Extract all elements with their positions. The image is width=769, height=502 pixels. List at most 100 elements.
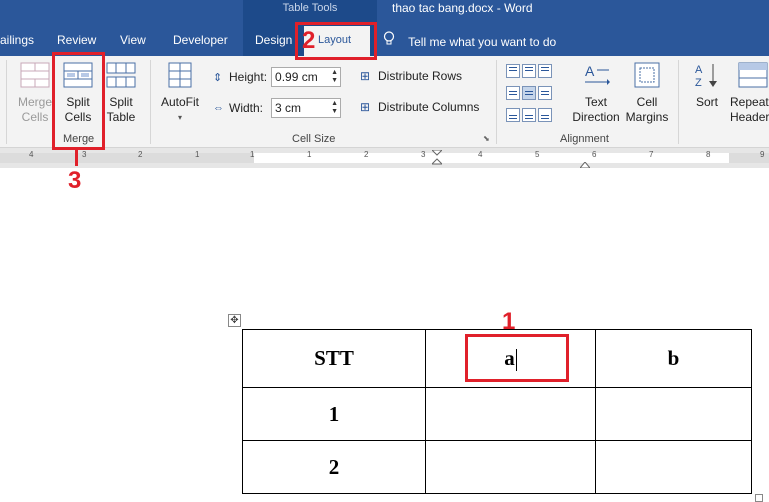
tell-me-text: Tell me what you want to do <box>408 35 557 49</box>
align-center-button[interactable] <box>522 86 536 100</box>
table-cell[interactable]: 1 <box>242 387 426 441</box>
alignment-group-label: Alignment <box>560 133 609 145</box>
text-direction-button[interactable]: A Text Direction <box>570 62 622 125</box>
table-cell[interactable] <box>595 440 752 494</box>
align-top-left-button[interactable] <box>506 64 520 78</box>
callout-number-3: 3 <box>68 167 82 194</box>
merge-cells-label: Merge Cells <box>17 95 52 124</box>
split-table-icon <box>106 62 136 88</box>
svg-text:Z: Z <box>695 77 702 88</box>
ruler-number: 3 <box>421 150 426 159</box>
ruler-text-area <box>254 153 729 163</box>
table-resize-handle[interactable] <box>755 494 763 502</box>
merge-cells-button[interactable]: Merge Cells <box>17 62 53 125</box>
align-top-center-button[interactable] <box>522 64 536 78</box>
align-center-right-button[interactable] <box>538 86 552 100</box>
height-spinner-icon[interactable]: ▲ ▼ <box>331 69 338 85</box>
cell-margins-button[interactable]: Cell Margins <box>624 62 670 125</box>
repeat-header-rows-label: Repeat Header <box>730 95 769 124</box>
ribbon-separator <box>496 60 497 144</box>
table-cell[interactable] <box>425 387 596 441</box>
horizontal-ruler[interactable]: 4 3 2 1 1 1 2 3 4 5 6 7 8 9 <box>0 148 769 169</box>
width-value: 3 cm <box>275 101 302 115</box>
distribute-rows-label: Distribute Rows <box>378 69 463 83</box>
svg-text:A: A <box>585 63 595 79</box>
repeat-header-rows-button[interactable]: Repeat Header <box>730 62 769 125</box>
column-width-icon: ⇔ <box>213 102 224 114</box>
table-row: 1 <box>242 387 752 441</box>
cell-margins-label: Cell Margins <box>625 95 669 124</box>
ruler-number: 4 <box>478 150 483 159</box>
text-direction-icon: A <box>585 63 610 85</box>
distribute-columns-label: Distribute Columns <box>378 100 480 114</box>
autofit-icon <box>168 62 192 88</box>
tell-me-box[interactable]: Tell me what you want to do <box>383 31 556 49</box>
distribute-rows-button[interactable]: ⊞ Distribute Rows <box>360 69 462 83</box>
ribbon: Merge Cells Split Cells Split Table Merg… <box>0 56 769 148</box>
width-label: Width: <box>229 101 264 115</box>
align-center-left-button[interactable] <box>506 86 520 100</box>
autofit-button[interactable]: AutoFit ▾ <box>158 62 202 125</box>
table-cell[interactable] <box>595 387 752 441</box>
split-table-label: Split Table <box>106 95 136 124</box>
align-bottom-center-button[interactable] <box>522 108 536 122</box>
lightbulb-icon <box>383 31 397 49</box>
ruler-number: 4 <box>29 150 34 159</box>
ruler-number: 3 <box>82 150 87 159</box>
cell-size-launcher-icon[interactable]: ⬊ <box>483 134 490 143</box>
word-window: Table Tools thao tac bang.docx - Word ai… <box>0 0 769 502</box>
table-cell[interactable]: STT <box>242 329 426 388</box>
width-spinner-icon[interactable]: ▲ ▼ <box>331 100 338 116</box>
distribute-columns-button[interactable]: ⊞ Distribute Columns <box>360 100 479 114</box>
ruler-number: 5 <box>535 150 540 159</box>
ribbon-separator <box>6 60 7 144</box>
table-cell[interactable]: 2 <box>242 440 426 494</box>
distribute-rows-icon: ⊞ <box>360 69 371 83</box>
align-top-right-button[interactable] <box>538 64 552 78</box>
text-direction-label: Text Direction <box>572 95 620 124</box>
table-move-handle-icon[interactable]: ✥ <box>228 314 241 327</box>
callout-box-cell-a <box>465 334 569 382</box>
height-label: Height: <box>229 70 268 84</box>
split-table-button[interactable]: Split Table <box>102 62 140 125</box>
callout-number-1: 1 <box>502 308 516 335</box>
table-tools-label: Table Tools <box>282 2 338 14</box>
autofit-label: AutoFit <box>160 95 199 109</box>
cell-margins-icon <box>634 62 660 88</box>
ruler-number: 1 <box>195 150 200 159</box>
table-row: 2 <box>242 440 752 494</box>
ruler-number: 1 <box>250 150 255 159</box>
sort-label: Sort <box>695 95 718 109</box>
tab-mailings[interactable]: ailings <box>0 33 34 47</box>
cell-size-group-label: Cell Size <box>292 133 336 145</box>
align-bottom-left-button[interactable] <box>506 108 520 122</box>
callout-line <box>75 150 78 166</box>
height-row: ⇕ Height: 0.99 cm ▲ ▼ <box>213 67 342 87</box>
height-input[interactable]: 0.99 cm ▲ ▼ <box>271 67 342 87</box>
tab-developer[interactable]: Developer <box>173 33 228 47</box>
ruler-number: 9 <box>760 150 765 159</box>
distribute-columns-icon: ⊞ <box>360 100 371 114</box>
autofit-dropdown-icon: ▾ <box>177 113 182 122</box>
align-bottom-right-button[interactable] <box>538 108 552 122</box>
svg-text:A: A <box>695 64 703 76</box>
merge-cells-icon <box>20 62 50 88</box>
indent-marker-icon[interactable] <box>430 149 444 166</box>
width-input[interactable]: 3 cm ▲ ▼ <box>271 98 342 118</box>
tab-view[interactable]: View <box>120 33 146 47</box>
sort-button[interactable]: A Z Sort <box>690 62 724 110</box>
table-cell[interactable] <box>425 440 596 494</box>
repeat-header-rows-icon <box>738 62 768 88</box>
tab-design[interactable]: Design <box>255 33 292 47</box>
table-cell[interactable]: b <box>595 329 752 388</box>
ruler-number: 2 <box>138 150 143 159</box>
width-row: ⇔ Width: 3 cm ▲ ▼ <box>213 98 342 118</box>
callout-box-split-cells <box>52 52 105 150</box>
document-title: thao tac bang.docx - Word <box>392 1 533 15</box>
sort-icon: A Z <box>695 64 717 89</box>
ribbon-separator <box>150 60 151 144</box>
ribbon-separator <box>678 60 679 144</box>
ruler-number: 6 <box>592 150 597 159</box>
callout-number-2: 2 <box>302 27 316 54</box>
tab-review[interactable]: Review <box>57 33 96 47</box>
